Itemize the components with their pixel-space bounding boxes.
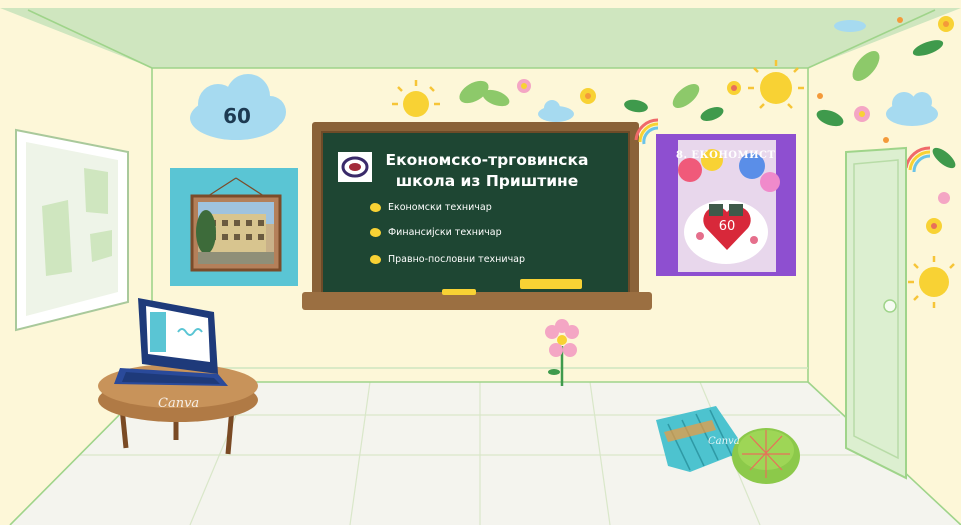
- program-label: Финансијски техничар: [388, 226, 502, 238]
- school-logo-icon: [338, 152, 372, 182]
- program-label: Економски техничар: [388, 201, 492, 213]
- board-title-line1: Економско-трговинска: [385, 151, 589, 169]
- bullet-icon: [370, 254, 381, 264]
- board-title-line2: школа из Приштине: [395, 172, 579, 190]
- program-label: Правно-пословни техничар: [388, 253, 526, 265]
- cloud-number: 60: [223, 104, 251, 128]
- virtual-classroom: 60 Економско-трговинска школа из Приштин…: [0, 0, 961, 525]
- school-photo-frame: [170, 168, 298, 286]
- cake-number: 60: [718, 219, 736, 234]
- table-watermark: Canva: [158, 396, 200, 411]
- board-title: Економско-трговинска школа из Приштине: [372, 150, 602, 192]
- bullet-icon: [370, 227, 381, 237]
- poster-title: 8. ЕКОНОМИСТ: [676, 150, 776, 161]
- bulletin-board: [15, 128, 129, 332]
- door: [845, 146, 907, 480]
- program-link-economic[interactable]: Економски техничар: [370, 198, 492, 216]
- pillow-watermark: Canva: [708, 436, 740, 447]
- ceiling: [0, 8, 961, 68]
- bullet-icon: [370, 202, 381, 212]
- program-link-legal-business[interactable]: Правно-пословни техничар: [370, 250, 525, 268]
- program-link-financial[interactable]: Финансијски техничар: [370, 223, 502, 241]
- floor-pouf: [732, 428, 800, 484]
